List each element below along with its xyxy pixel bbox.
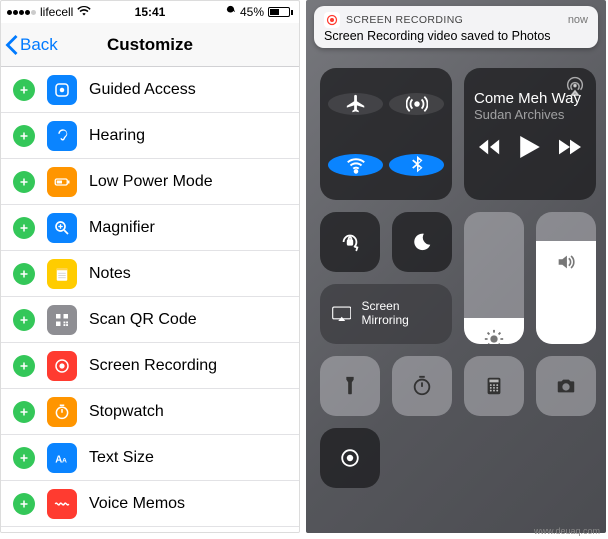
row-label: Stopwatch [89,403,164,421]
camera-button[interactable] [536,356,596,416]
row-label: Voice Memos [89,495,185,513]
hearing-icon [47,121,77,151]
add-button[interactable] [13,493,35,515]
airplay-icon[interactable] [564,76,586,103]
list-item[interactable]: Voice Memos [1,481,299,527]
magnifier-icon [47,213,77,243]
signal-icon [7,10,36,15]
list-item[interactable]: Guided Access [1,67,299,113]
mirroring-label: Screen Mirroring [361,300,440,328]
list-item[interactable]: Scan QR Code [1,297,299,343]
screen-recording-icon [324,12,340,28]
row-label: Magnifier [89,219,155,237]
list-item[interactable]: Screen Recording [1,343,299,389]
low-power-icon [47,167,77,197]
wifi-icon [77,5,91,19]
list-item[interactable]: Hearing [1,113,299,159]
clock: 15:41 [135,5,166,19]
do-not-disturb-button[interactable] [392,212,452,272]
list-item[interactable]: Notes [1,251,299,297]
control-center-screen: SCREEN RECORDING now Screen Recording vi… [306,0,606,533]
orientation-lock-button[interactable] [320,212,380,272]
prev-track-button[interactable] [479,136,501,163]
add-button[interactable] [13,263,35,285]
notification-time: now [568,14,588,26]
page-title: Customize [107,35,193,55]
controls-list: Guided Access Hearing Low Power Mode Magnif… [1,67,299,533]
screen-recording-button[interactable] [320,428,380,488]
battery-icon [268,7,293,17]
notification-app: SCREEN RECORDING [346,14,463,26]
screen-recording-icon [47,351,77,381]
add-button[interactable] [13,125,35,147]
volume-slider[interactable] [536,212,596,344]
list-item[interactable]: AA Text Size [1,435,299,481]
alarm-icon [225,5,236,19]
text-size-icon: AA [47,443,77,473]
play-button[interactable] [519,136,541,163]
connectivity-panel [320,68,452,200]
list-item[interactable]: Wallet [1,527,299,533]
airplane-mode-button[interactable] [328,93,383,115]
brightness-slider[interactable] [464,212,524,344]
next-track-button[interactable] [559,136,581,163]
nav-bar: Back Customize [1,23,299,67]
row-label: Notes [89,265,131,283]
add-button[interactable] [13,171,35,193]
row-label: Screen Recording [89,357,217,375]
cellular-data-button[interactable] [389,93,444,115]
back-button[interactable]: Back [5,23,58,67]
carrier-label: lifecell [40,5,73,19]
battery-pct: 45% [240,5,264,19]
calculator-button[interactable] [464,356,524,416]
add-button[interactable] [13,309,35,331]
add-button[interactable] [13,401,35,423]
wifi-button[interactable] [328,154,383,176]
row-label: Scan QR Code [89,311,197,329]
row-label: Guided Access [89,81,196,99]
bluetooth-button[interactable] [389,154,444,176]
voice-memos-icon [47,489,77,519]
source-attribution: www.deuaq.com [534,526,600,536]
add-button[interactable] [13,217,35,239]
svg-text:A: A [55,454,62,465]
row-label: Low Power Mode [89,173,213,191]
timer-button[interactable] [392,356,452,416]
list-item[interactable]: Magnifier [1,205,299,251]
add-button[interactable] [13,355,35,377]
now-playing-panel[interactable]: Come Meh Way Sudan Archives [464,68,596,200]
add-button[interactable] [13,79,35,101]
list-item[interactable]: Stopwatch [1,389,299,435]
notification-message: Screen Recording video saved to Photos [324,29,588,43]
back-label: Back [20,35,58,55]
stopwatch-icon [47,397,77,427]
settings-customize-screen: lifecell 15:41 45% Back Custom [0,0,300,533]
track-artist: Sudan Archives [474,107,564,122]
flashlight-button[interactable] [320,356,380,416]
notes-icon [47,259,77,289]
notification-banner[interactable]: SCREEN RECORDING now Screen Recording vi… [314,6,598,48]
svg-text:A: A [62,457,67,464]
status-bar: lifecell 15:41 45% [1,1,299,23]
row-label: Hearing [89,127,145,145]
screen-mirroring-button[interactable]: Screen Mirroring [320,284,452,344]
list-item[interactable]: Low Power Mode [1,159,299,205]
qr-icon [47,305,77,335]
row-label: Text Size [89,449,154,467]
add-button[interactable] [13,447,35,469]
guided-access-icon [47,75,77,105]
